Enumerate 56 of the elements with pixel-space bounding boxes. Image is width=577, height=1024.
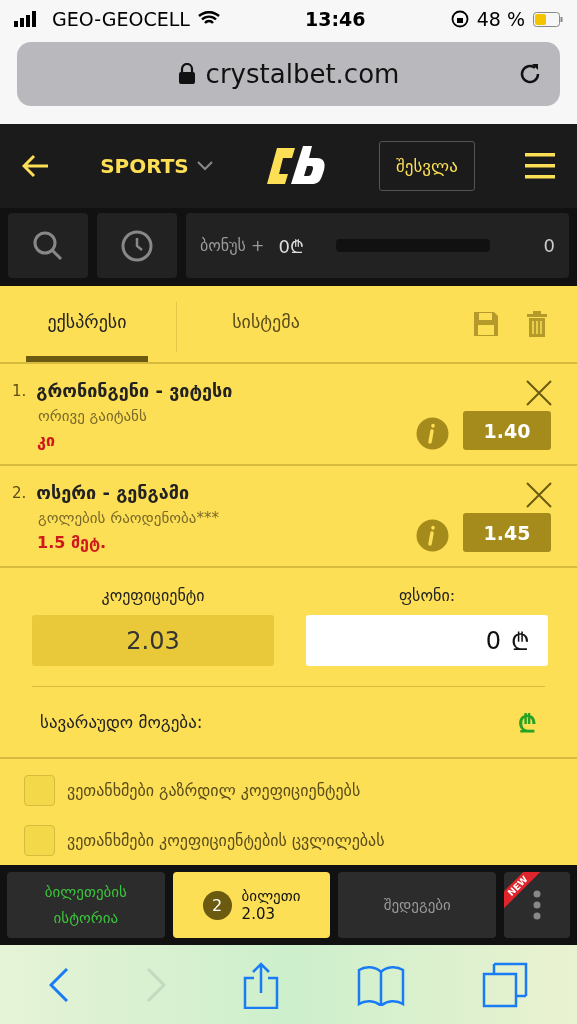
nav-button[interactable]: ბილეთების ისტორია — [7, 872, 165, 938]
bet-pick: 1.5 მეტ. — [37, 533, 108, 552]
login-button[interactable]: შესვლა — [379, 141, 475, 191]
match-name: ოსერი - გენგამი — [36, 482, 190, 503]
bet-number: 2. — [12, 483, 27, 502]
tabs-icon[interactable] — [482, 961, 529, 1008]
currency-sign: ₾ — [518, 708, 537, 739]
ticket-tab[interactable]: 2 ბილეთი 2.03 — [172, 872, 331, 938]
carrier-name: GEO-GEOCELL — [52, 8, 190, 30]
battery-percent: 48 % — [476, 8, 525, 30]
sports-dropdown[interactable]: SPORTS — [100, 154, 189, 178]
back-icon[interactable] — [48, 967, 69, 1002]
ticket-count: 2 — [202, 890, 232, 920]
search-icon — [32, 229, 64, 262]
rotation-lock-icon — [450, 10, 469, 28]
close-icon[interactable] — [526, 482, 552, 508]
bet-type-tab[interactable]: ექსპრესი — [26, 286, 148, 362]
bet-number: 1. — [12, 381, 27, 400]
menu-icon[interactable] — [524, 153, 555, 179]
match-name: გრონინგენი - ვიტესი — [36, 380, 233, 401]
ticket-odds: 2.03 — [241, 905, 276, 923]
close-icon[interactable] — [526, 380, 552, 406]
battery-icon — [533, 11, 563, 27]
checkbox[interactable] — [24, 775, 55, 806]
market-name: გოლების რაოდენობა*** — [38, 509, 220, 527]
bookmarks-icon[interactable] — [356, 963, 405, 1006]
info-icon[interactable] — [416, 519, 449, 552]
url-text: crystalbet.com — [205, 59, 400, 89]
history-button[interactable] — [97, 213, 177, 278]
ticket-label: ბილეთი — [241, 887, 301, 905]
clock-time: 13:46 — [305, 8, 366, 30]
stake-label: ფსონი: — [397, 586, 457, 605]
more-icon — [533, 890, 542, 920]
possible-win-label: სავარაუდო მოგება: — [40, 712, 203, 732]
checkbox-label: ვეთანხმები კოეფიციენტების ცვლილებას — [67, 831, 385, 850]
search-button[interactable] — [8, 213, 88, 278]
forward-icon — [146, 967, 167, 1002]
share-icon[interactable] — [243, 960, 280, 1009]
coefficient-label: კოეფიციენტი — [100, 586, 206, 605]
back-arrow-icon[interactable] — [22, 154, 50, 178]
market-name: ორივე გაიტანს — [38, 407, 148, 425]
checkbox-label: ვეთანხმები გაზრდილ კოეფიციენტებს — [67, 781, 361, 800]
clock-icon — [121, 229, 153, 262]
bet-pick: კი — [37, 431, 56, 450]
bonus-label: ბონუს + — [200, 236, 265, 255]
coefficient-value: 2.03 — [32, 615, 274, 666]
lock-icon — [177, 63, 196, 85]
caret-icon[interactable] — [196, 161, 213, 171]
stake-field[interactable]: 0 ₾ — [306, 615, 548, 666]
info-icon[interactable] — [416, 417, 449, 450]
address-bar[interactable]: crystalbet.com — [17, 42, 560, 106]
bonus-value: 0₾ — [278, 234, 304, 258]
bet-type-tab[interactable]: სისტემა — [205, 286, 327, 362]
checkbox[interactable] — [24, 825, 55, 856]
nav-button[interactable]: შედეგები — [338, 872, 497, 938]
progress-value: 0 — [543, 235, 555, 256]
